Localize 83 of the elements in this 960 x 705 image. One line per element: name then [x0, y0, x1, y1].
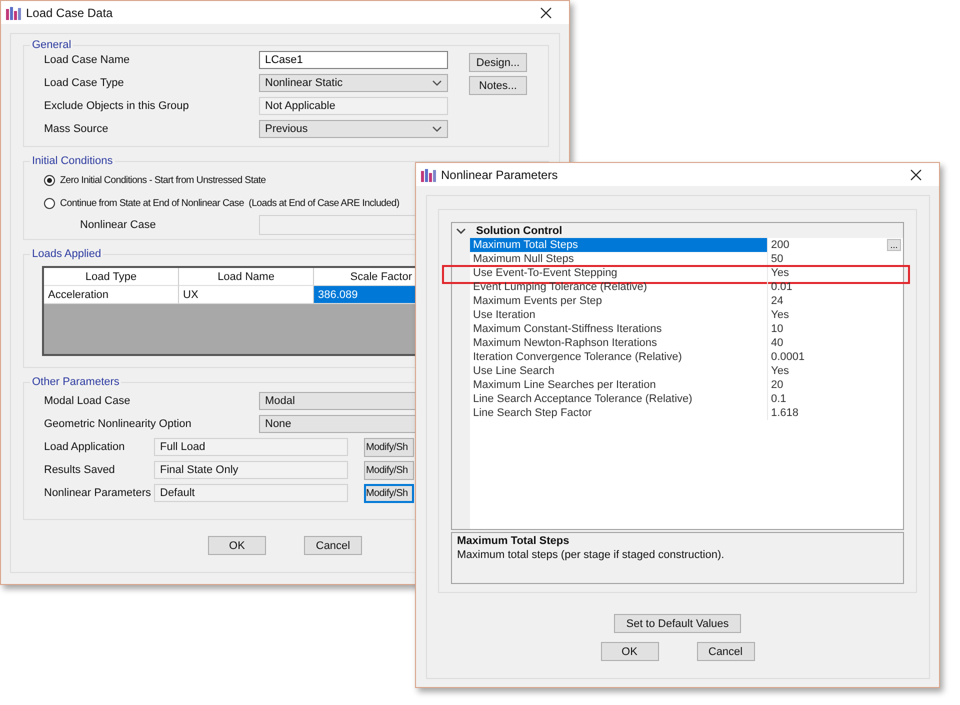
ellipsis-button[interactable]: ... — [887, 239, 901, 251]
field-label: Nonlinear Case — [79, 219, 157, 231]
dropdown[interactable]: None — [259, 415, 416, 433]
property-value: 0.0001 — [771, 351, 805, 363]
property-value: 0.01 — [771, 281, 792, 293]
modify-button[interactable]: Modify/Sh — [364, 438, 414, 456]
cancel-button[interactable]: Cancel — [304, 536, 362, 555]
radio-label: Zero Initial Conditions - Start from Unstressed State — [60, 175, 266, 186]
field-label: Nonlinear Parameters — [44, 487, 152, 499]
dropdown[interactable]: Nonlinear Static — [259, 74, 448, 92]
dropdown[interactable]: Previous — [259, 120, 448, 138]
field-label: Modal Load Case — [44, 395, 132, 407]
window-title: Load Case Data — [26, 6, 114, 20]
radio-button[interactable] — [44, 175, 55, 186]
property-name[interactable]: Maximum Events per Step — [470, 294, 768, 308]
table-cell[interactable]: Acceleration — [44, 286, 179, 304]
readonly-field: Final State Only — [154, 461, 348, 479]
property-name[interactable]: Line Search Step Factor — [470, 406, 768, 420]
readonly-field: Default — [154, 484, 348, 502]
property-value: 50 — [771, 253, 784, 265]
description-title: Maximum Total Steps — [457, 535, 570, 547]
cancel-button[interactable]: Cancel — [696, 642, 754, 661]
readonly-field: Not Applicable — [259, 97, 448, 115]
column-header[interactable]: Load Name — [179, 268, 314, 286]
app-icon — [5, 4, 22, 20]
field-label: Results Saved — [44, 464, 116, 476]
property-name[interactable]: Iteration Convergence Tolerance (Relative) — [470, 350, 768, 364]
property-value: 200 — [771, 239, 790, 251]
table-cell[interactable]: UX — [179, 286, 314, 304]
property-name[interactable]: Use Line Search — [470, 364, 768, 378]
property-value: Yes — [771, 365, 789, 377]
property-name[interactable]: Event Lumping Tolerance (Relative) — [470, 280, 768, 294]
property-value: 24 — [771, 295, 784, 307]
table-cell[interactable]: 386.089 — [314, 286, 416, 304]
field-label: Load Case Name — [44, 54, 131, 66]
chevron-down-icon — [456, 228, 466, 234]
category-label: Solution Control — [476, 224, 562, 236]
property-name[interactable]: Use Iteration — [470, 308, 768, 322]
field-label: Load Application — [44, 441, 126, 453]
ok-button[interactable]: OK — [600, 642, 658, 661]
window-title: Nonlinear Parameters — [441, 168, 559, 182]
group-title: General — [31, 39, 72, 51]
group-title: Other Parameters — [31, 376, 120, 388]
description-text: Maximum total steps (per stage if staged construction). — [457, 549, 726, 561]
chevron-down-icon — [432, 80, 442, 86]
field-label: Load Case Type — [44, 77, 125, 89]
text-field[interactable]: LCase1 — [259, 51, 448, 69]
column-header[interactable]: Load Type — [44, 268, 179, 286]
property-name[interactable]: Maximum Total Steps — [470, 238, 768, 252]
property-value: 10 — [771, 323, 784, 335]
radio-label: Continue from State at End of Nonlinear Case (Loads at End of Case ARE Included) — [60, 198, 400, 209]
app-icon — [420, 166, 437, 182]
close-icon — [909, 168, 923, 182]
property-value: 20 — [771, 379, 784, 391]
property-name[interactable]: Maximum Null Steps — [470, 252, 768, 266]
group-title: Loads Applied — [31, 248, 102, 260]
expand-toggle[interactable] — [456, 226, 468, 236]
field-label: Exclude Objects in this Group — [44, 100, 190, 112]
chevron-down-icon — [432, 126, 442, 132]
property-value: Yes — [771, 309, 789, 321]
property-name[interactable]: Use Event-To-Event Stepping — [470, 266, 768, 280]
property-name[interactable]: Maximum Line Searches per Iteration — [470, 378, 768, 392]
radio-button[interactable] — [44, 198, 55, 209]
side-button[interactable]: Design... — [469, 53, 527, 72]
modify-button[interactable]: Modify/Sh — [364, 484, 414, 502]
close-icon — [539, 6, 553, 20]
default-values-button[interactable]: Set to Default Values — [614, 614, 741, 633]
field-label: Geometric Nonlinearity Option — [44, 418, 192, 430]
property-name[interactable]: Maximum Constant-Stiffness Iterations — [470, 322, 768, 336]
property-name[interactable]: Line Search Acceptance Tolerance (Relative) — [470, 392, 768, 406]
property-name[interactable]: Maximum Newton-Raphson Iterations — [470, 336, 768, 350]
modify-button[interactable]: Modify/Sh — [364, 460, 414, 480]
side-button[interactable]: Notes... — [469, 76, 527, 95]
property-value: 1.618 — [771, 407, 799, 419]
property-value: Yes — [771, 267, 789, 279]
dropdown[interactable]: Modal — [259, 392, 416, 410]
readonly-field: Full Load — [154, 438, 348, 456]
column-header[interactable]: Scale Factor — [314, 268, 416, 286]
property-value: 40 — [771, 337, 784, 349]
property-value: 0.1 — [771, 393, 786, 405]
ok-button[interactable]: OK — [208, 536, 266, 555]
field-label: Mass Source — [44, 123, 110, 135]
group-title: Initial Conditions — [31, 155, 114, 167]
